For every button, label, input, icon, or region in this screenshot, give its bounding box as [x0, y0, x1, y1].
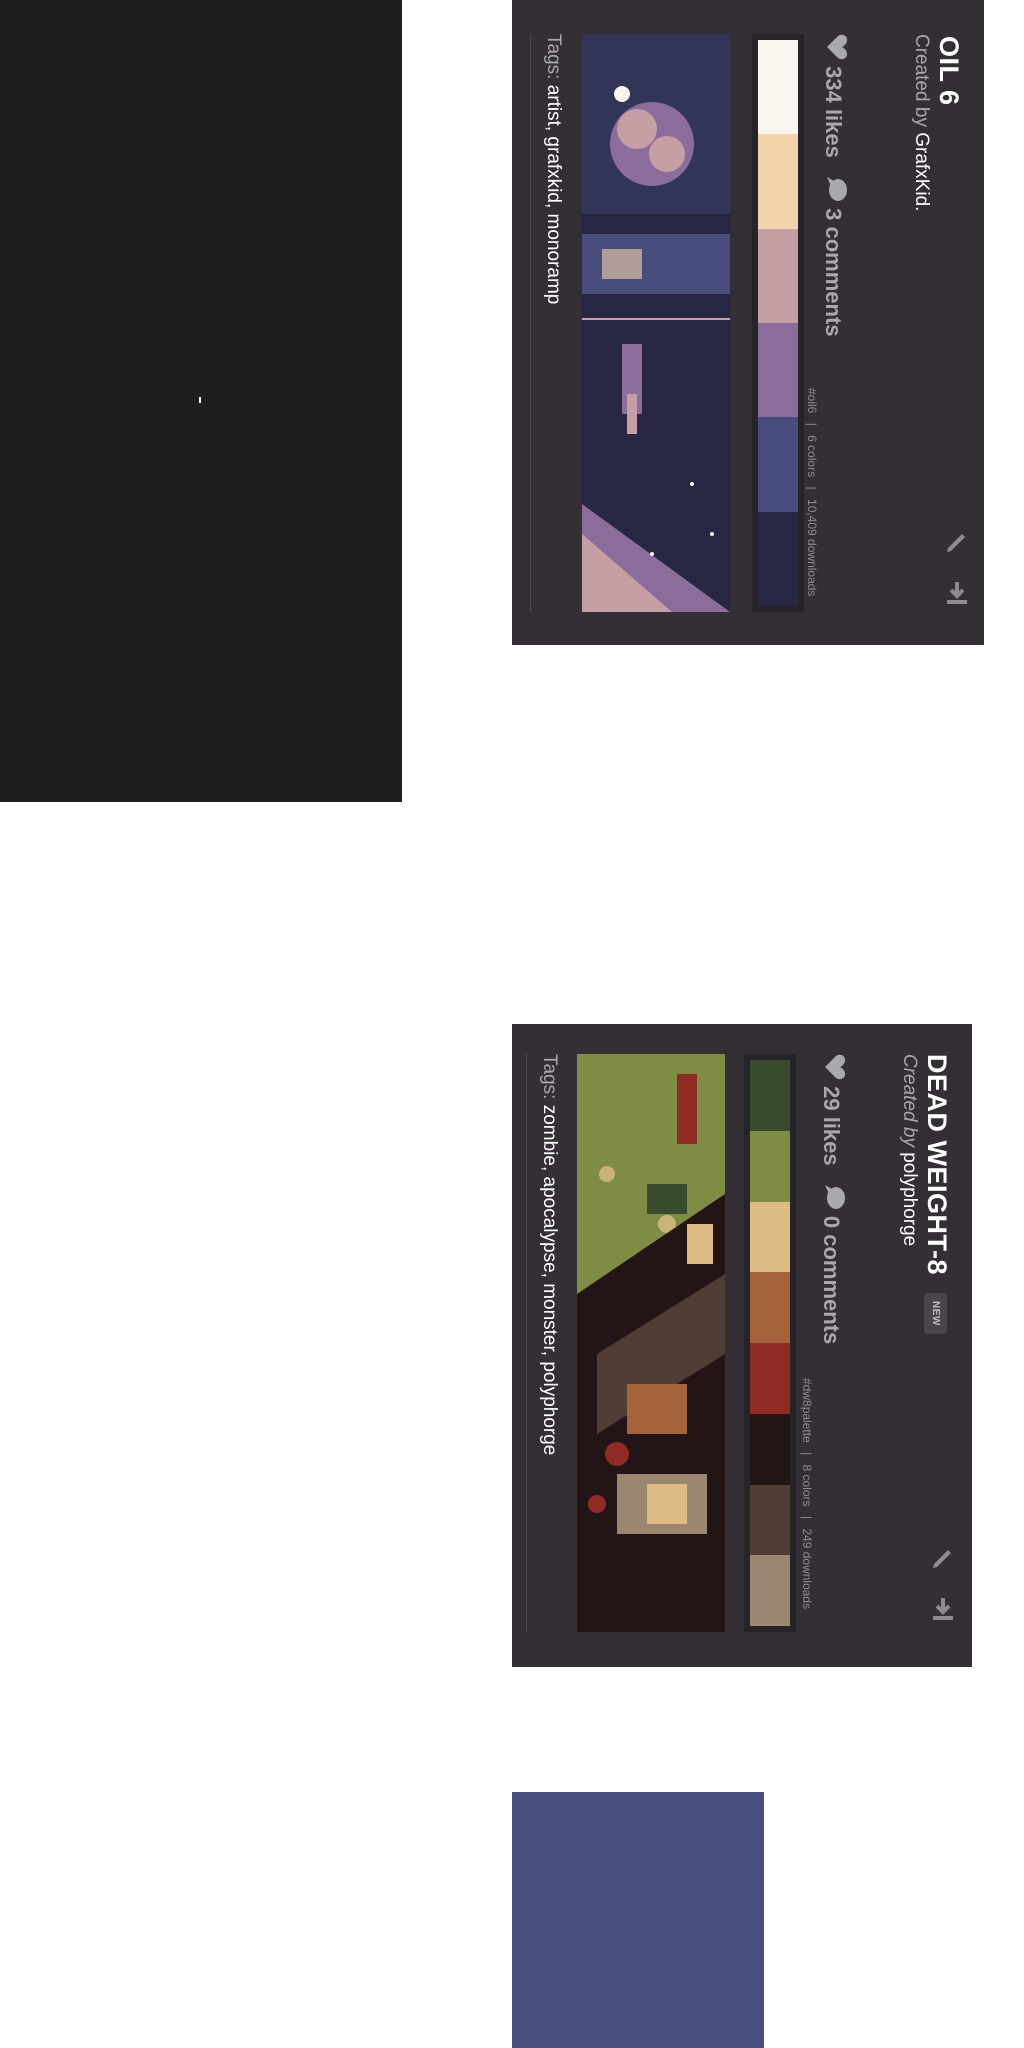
color-swatch[interactable] — [758, 417, 798, 512]
likes-count: 29 likes — [819, 1086, 844, 1166]
created-by: Created by GrafxKid. — [910, 34, 932, 211]
cursor-mark — [199, 397, 201, 403]
new-badge: NEW — [923, 1293, 947, 1334]
palette-slug: #oil6 — [805, 388, 819, 414]
card-divider — [530, 34, 531, 612]
heart-icon[interactable] — [820, 34, 848, 60]
palette-slug: #dw8palette — [800, 1378, 814, 1443]
download-icon[interactable] — [944, 580, 970, 606]
comments-count[interactable]: 3 comments — [821, 208, 846, 336]
palette-tags: Tags: zombie, apocalypse, monster, polyp… — [538, 1054, 560, 1455]
created-by-label: Created by — [899, 1054, 920, 1147]
next-palette-card-preview[interactable] — [512, 1792, 764, 2048]
palette-tags: Tags: artist, grafxkid, monoramp — [542, 34, 564, 304]
palette-stats: 334 likes 3 comments — [820, 34, 848, 337]
color-swatch[interactable] — [758, 134, 798, 229]
created-by-label: Created by — [911, 34, 932, 127]
comment-icon[interactable] — [818, 1184, 846, 1210]
color-swatch[interactable] — [750, 1343, 790, 1414]
color-swatch[interactable] — [750, 1272, 790, 1343]
card-divider — [526, 1054, 527, 1632]
palette-card-oil6[interactable]: OIL 6 Created by GrafxKid. 334 likes 3 c… — [512, 0, 984, 645]
comment-icon[interactable] — [820, 176, 848, 202]
author-link[interactable]: polyphorge — [899, 1152, 920, 1246]
color-swatch[interactable] — [750, 1484, 790, 1556]
palette-title[interactable]: DEAD WEIGHT-8 NEW — [921, 1054, 952, 1334]
color-swatch[interactable] — [750, 1130, 790, 1202]
tags-label: Tags: — [539, 1054, 560, 1100]
color-swatch[interactable] — [750, 1555, 790, 1626]
palette-preview-image — [577, 1054, 725, 1632]
palette-swatches[interactable] — [744, 1054, 796, 1632]
pencil-icon[interactable] — [944, 528, 970, 554]
author-link[interactable]: GrafxKid. — [911, 132, 932, 211]
palette-swatches[interactable] — [752, 34, 804, 612]
color-swatch[interactable] — [750, 1060, 790, 1131]
color-swatch[interactable] — [758, 40, 798, 135]
palette-title[interactable]: OIL 6 — [933, 36, 964, 106]
color-swatch[interactable] — [758, 322, 798, 418]
download-count: 249 downloads — [800, 1528, 814, 1610]
created-by: Created by polyphorge — [898, 1054, 920, 1246]
palette-preview-image — [582, 34, 730, 612]
tags-label: Tags: — [543, 34, 564, 80]
tags-list[interactable]: artist, grafxkid, monoramp — [543, 85, 564, 305]
tags-list[interactable]: zombie, apocalypse, monster, polyphorge — [539, 1105, 560, 1456]
palette-stats: 29 likes 0 comments — [818, 1054, 846, 1344]
color-swatch[interactable] — [750, 1413, 790, 1485]
heart-icon[interactable] — [818, 1054, 846, 1080]
comments-count[interactable]: 0 comments — [819, 1216, 844, 1344]
color-swatch[interactable] — [758, 228, 798, 323]
color-swatch[interactable] — [750, 1201, 790, 1273]
color-count: 6 colors — [805, 435, 819, 478]
palette-meta: #oil6 | 6 colors | 10,409 downloads — [805, 388, 819, 597]
palette-title-text[interactable]: DEAD WEIGHT-8 — [922, 1054, 952, 1275]
download-icon[interactable] — [930, 1596, 956, 1622]
palette-card-deadweight8[interactable]: DEAD WEIGHT-8 NEW Created by polyphorge … — [512, 1024, 972, 1667]
dark-sidebar-panel — [0, 0, 402, 802]
pencil-icon[interactable] — [930, 1544, 956, 1570]
download-count: 10,409 downloads — [805, 499, 819, 597]
likes-count: 334 likes — [821, 66, 846, 158]
color-count: 8 colors — [800, 1464, 814, 1507]
color-swatch[interactable] — [758, 511, 798, 606]
palette-meta: #dw8palette | 8 colors | 249 downloads — [800, 1378, 814, 1610]
